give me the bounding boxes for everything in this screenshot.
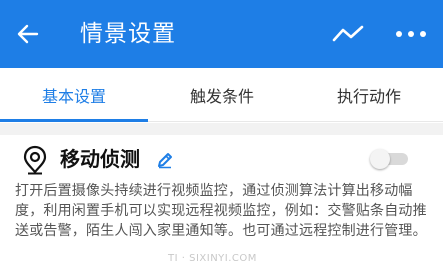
app-bar: 情景设置	[0, 0, 443, 68]
back-arrow-icon	[17, 24, 39, 44]
trend-button[interactable]	[326, 16, 370, 52]
feature-toggle[interactable]	[370, 149, 408, 169]
tab-trigger-conditions[interactable]: 触发条件	[148, 68, 296, 122]
tab-actions[interactable]: 执行动作	[295, 68, 443, 122]
watermark: TI · SIXINYI.COM	[168, 253, 257, 264]
more-options-button[interactable]	[388, 16, 434, 52]
tab-bar: 基本设置 触发条件 执行动作	[0, 68, 443, 122]
more-icon	[396, 31, 426, 37]
toggle-knob	[370, 149, 390, 169]
back-button[interactable]	[8, 14, 48, 54]
page-title: 情景设置	[80, 21, 176, 47]
location-pin-icon	[23, 145, 47, 175]
pencil-icon[interactable]	[156, 151, 174, 169]
active-tab-indicator	[0, 119, 148, 122]
trend-icon	[332, 25, 364, 42]
feature-title: 移动侦测	[60, 147, 140, 171]
feature-description: 打开后置摄像头持续进行视频监控，通过侦测算法计算出移动幅度，利用闲置手机可以实现…	[15, 183, 427, 239]
section-divider	[0, 123, 443, 135]
tab-basic-settings[interactable]: 基本设置	[0, 68, 148, 122]
